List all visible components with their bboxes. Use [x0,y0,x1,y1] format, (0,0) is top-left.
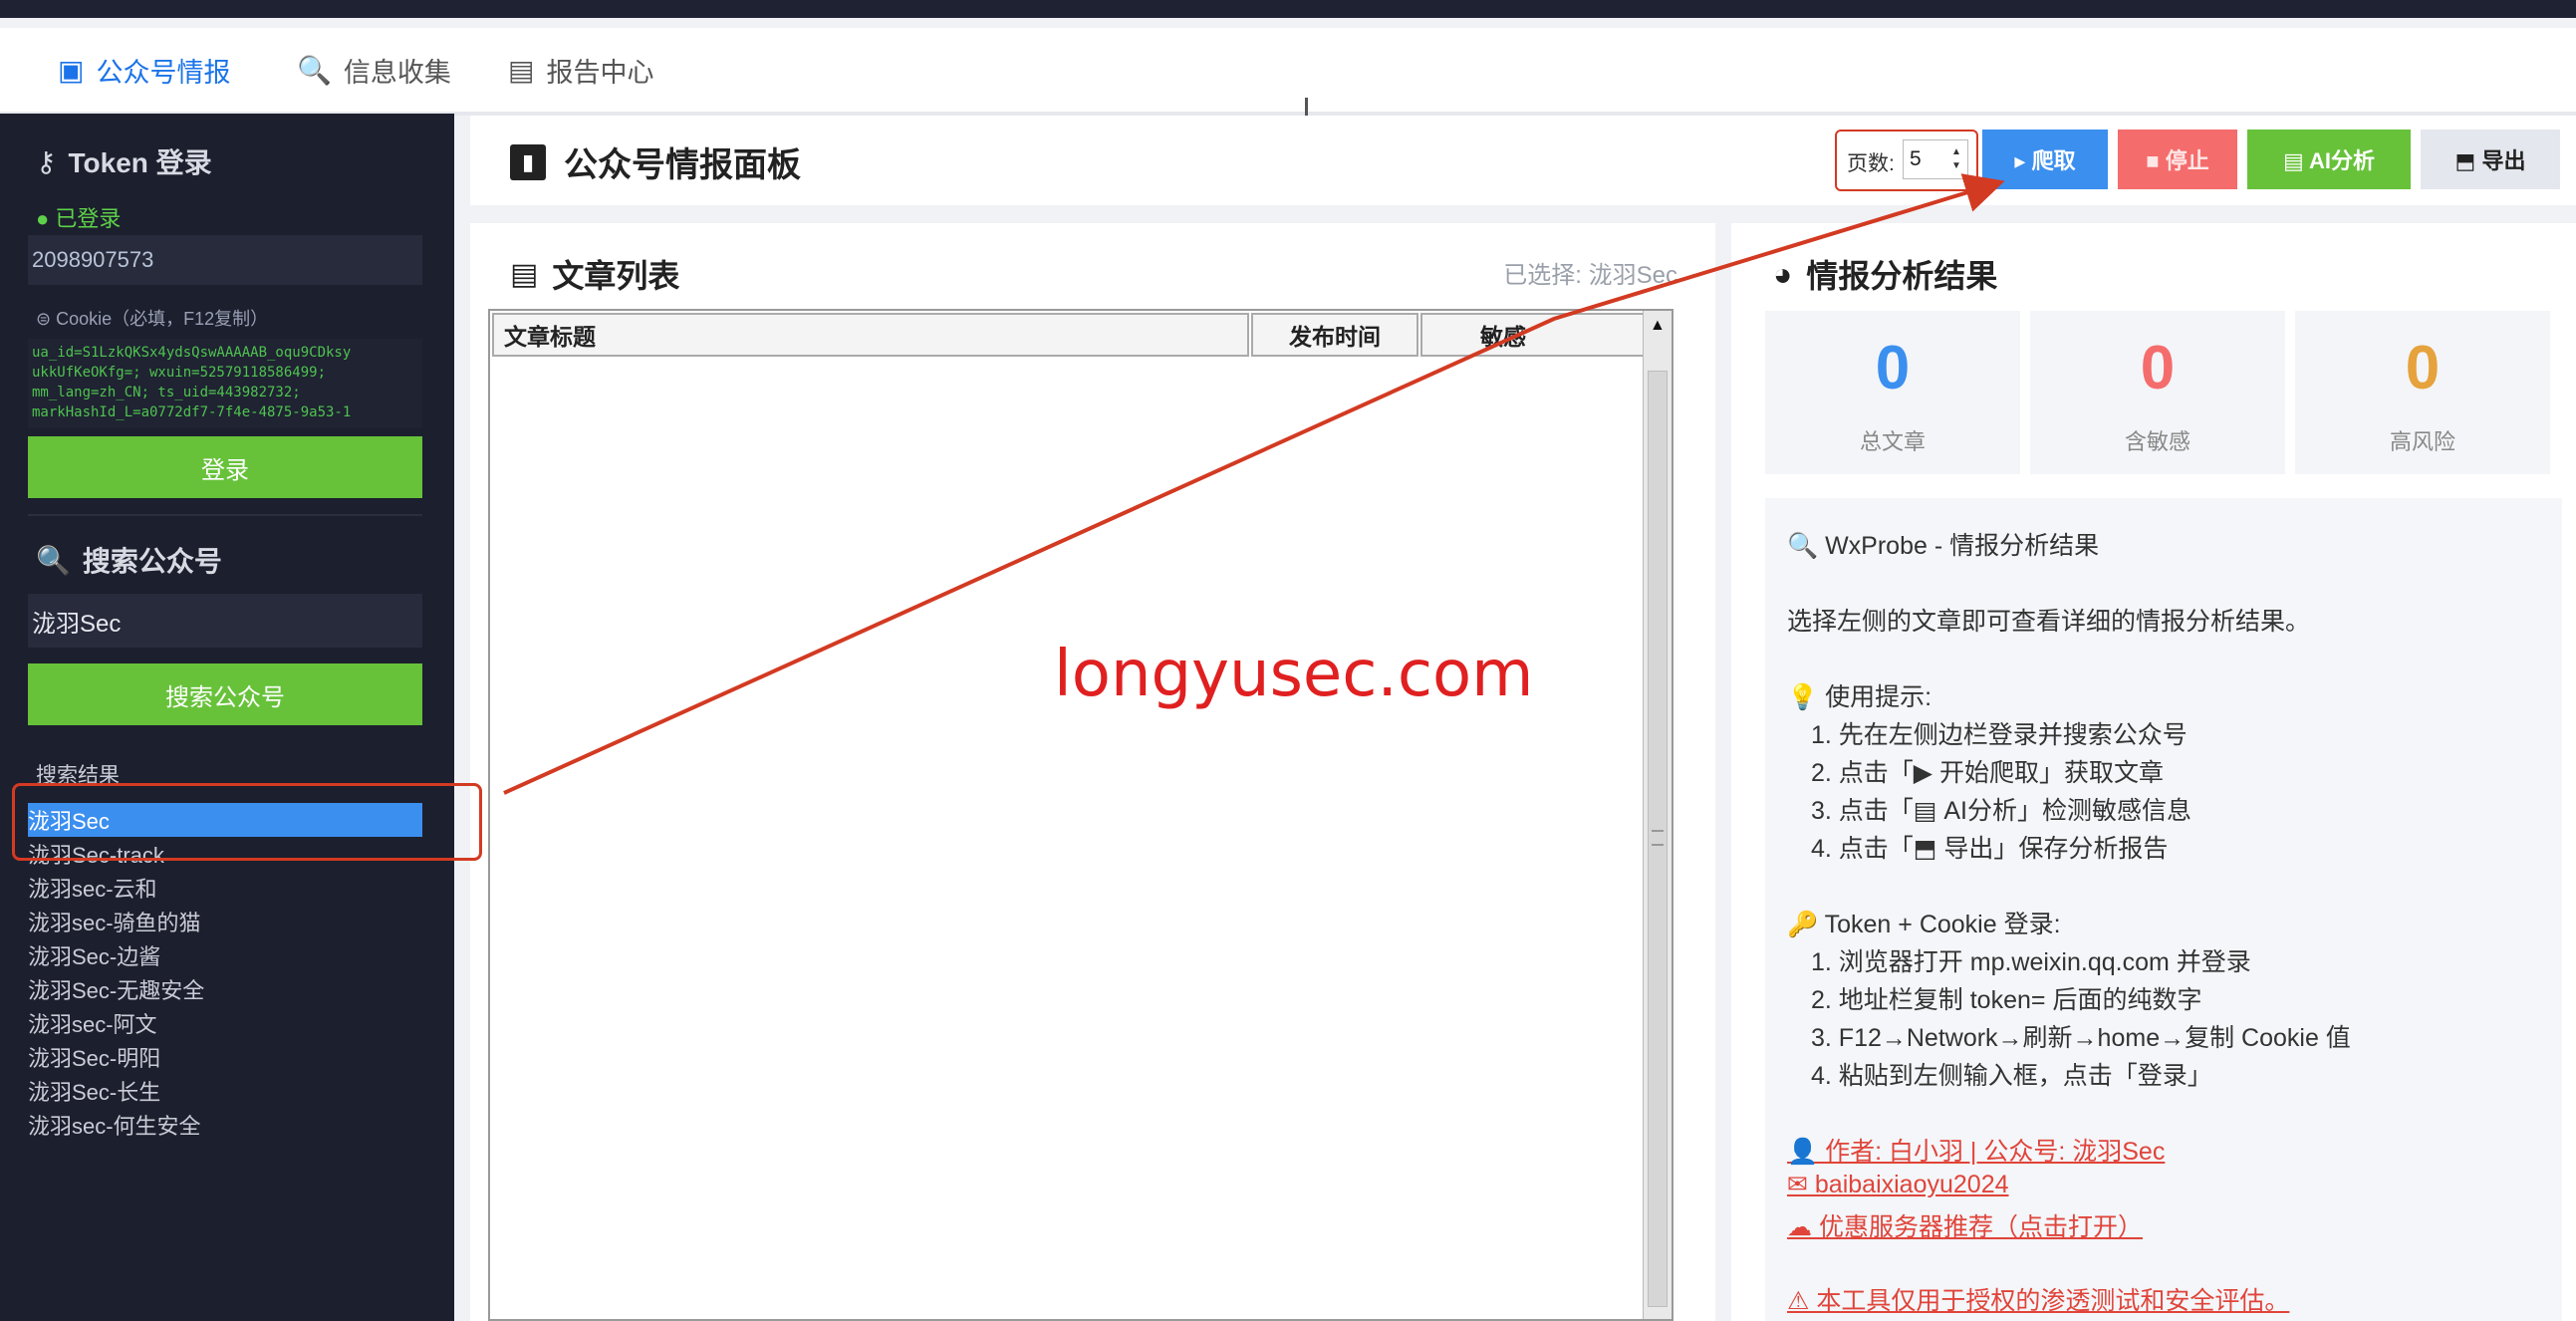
search-result-item[interactable]: 泷羽sec-何生安全 [28,1108,422,1142]
analysis-line: 2. 地址栏复制 token= 后面的纯数字 [1811,986,2202,1014]
search-result-item[interactable]: 泷羽Sec-无趣安全 [28,972,422,1006]
column-header-title[interactable]: 文章标题 [492,313,1249,357]
chart-icon: ◕ [1773,255,1793,292]
analysis-line: 2. 点击「▶ 开始爬取」获取文章 [1811,759,2164,787]
cookie-icon: ⊜ [36,309,57,329]
stat-label: 总文章 [1859,429,1926,454]
analysis-line: 1. 先在左侧边栏登录并搜索公众号 [1811,721,2188,749]
article-list-panel: ▤ 文章列表 已选择: 泷羽Sec 文章标题 发布时间 敏感 ▲ [470,223,1715,1321]
analysis-line: 选择左侧的文章即可查看详细的情报分析结果。 [1787,608,2311,636]
clipboard-icon: ▤ [508,54,535,86]
search-result-item[interactable]: 泷羽sec-云和 [28,871,422,905]
stat-high-risk: 0 高风险 [2295,311,2550,474]
cookie-textarea[interactable]: ua_id=S1LzkQKSx4ydsQswAAAAAB_oqu9CDksy u… [28,339,422,428]
analysis-line: 4. 点击「⬒ 导出」保存分析报告 [1811,835,2169,863]
pages-value: 5 [1910,147,1922,170]
scrollbar-thumb[interactable] [1648,371,1668,1307]
analysis-link[interactable]: 👤 作者: 白小羽 | 公众号: 泷羽Sec [1787,1132,2165,1168]
key-icon: ⚷ [36,145,57,177]
stepper-arrows-icon[interactable]: ▲ ▼ [1947,142,1965,176]
analysis-link[interactable]: ☁ 优惠服务器推荐（点击打开） [1787,1207,2143,1243]
stat-total-articles: 0 总文章 [1765,311,2020,474]
analysis-panel: ◕ 情报分析结果 0 总文章 0 含敏感 0 高风险 🔍 WxProbe - 情… [1731,223,2576,1321]
search-header: 🔍 搜索公众号 [36,544,222,578]
stat-value: 0 [1875,334,1911,402]
stat-value: 0 [2140,334,2176,402]
token-input[interactable]: 2098907573 [28,235,422,285]
search-result-item[interactable]: 泷羽Sec-边酱 [28,938,422,972]
cookie-label: ⊜ Cookie（必填，F12复制） [36,309,269,329]
id-card-icon: ▣ [58,54,85,86]
login-status: ● 已登录 [36,206,122,231]
tab-label: 公众号情报 [96,57,231,88]
column-header-sensitive[interactable]: 敏感 [1420,313,1646,357]
analysis-line: 1. 浏览器打开 mp.weixin.qq.com 并登录 [1811,948,2251,976]
search-result-item[interactable]: 泷羽sec-阿文 [28,1006,422,1040]
tab-wechat-intel[interactable]: ▣ 公众号情报 [58,28,230,112]
tab-report-center[interactable]: ▤ 报告中心 [508,28,653,112]
article-table[interactable]: 文章标题 发布时间 敏感 ▲ [488,309,1674,1321]
stat-label: 含敏感 [2124,429,2190,454]
annotation-box-selected-result [12,783,482,861]
tab-info-collect[interactable]: 🔍 信息收集 [297,28,451,112]
search-result-item[interactable]: 泷羽Sec-明阳 [28,1040,422,1074]
table-scrollbar[interactable]: ▲ [1643,311,1672,1319]
watermark: longyusec.com [1054,638,1534,711]
tab-label: 报告中心 [546,57,654,88]
search-icon: 🔍 [36,544,71,576]
stat-sensitive: 0 含敏感 [2030,311,2285,474]
window-top-strip [0,0,2576,18]
pages-stepper[interactable]: 5 ▲ ▼ [1903,139,1968,179]
search-result-item[interactable]: 泷羽Sec-长生 [28,1074,422,1108]
analysis-title: ◕ 情报分析结果 [1773,255,1998,295]
tab-label: 信息收集 [343,57,451,88]
analysis-line: 🔑 Token + Cookie 登录: [1787,911,2061,938]
search-button[interactable]: 搜索公众号 [28,663,422,725]
stat-label: 高风险 [2389,429,2455,454]
stop-button[interactable]: ■ 停止 [2118,130,2237,189]
selected-account-text: 已选择: 泷羽Sec [1503,262,1677,289]
stat-value: 0 [2405,334,2441,402]
analysis-line: 💡 使用提示: [1787,683,1932,711]
login-button[interactable]: 登录 [28,436,422,498]
magnifier-icon: 🔍 [297,54,332,86]
warning-text: ⚠ 本工具仅用于授权的渗透测试和安全评估。 [1787,1287,2290,1315]
sidebar-divider [28,514,422,516]
column-header-date[interactable]: 发布时间 [1251,313,1418,357]
analysis-line: 3. 点击「▤ AI分析」检测敏感信息 [1811,797,2191,825]
panel-icon: ▮ [510,143,546,180]
pages-label: 页数: [1847,152,1895,175]
ai-analysis-button[interactable]: ▤ AI分析 [2247,130,2411,189]
analysis-line: 4. 粘贴到左侧输入框，点击「登录」 [1811,1062,2212,1090]
analysis-link[interactable]: ✉ baibaixiaoyu2024 [1787,1170,2009,1199]
token-login-header: ⚷ Token 登录 [36,145,212,179]
sidebar: ⚷ Token 登录 ● 已登录 2098907573 ⊜ Cookie（必填，… [0,114,454,1321]
scroll-up-icon[interactable]: ▲ [1650,317,1666,335]
document-icon: ▤ [510,257,539,291]
article-list-title: ▤ 文章列表 [510,257,680,295]
grip-icon [1652,830,1664,846]
header-panel: ▮ 公众号情报面板 页数: 5 ▲ ▼ ▸ 爬取 ■ 停止 ▤ AI分析 ⬒ 导出 [470,116,2576,205]
search-result-item[interactable]: 泷羽sec-骑鱼的猫 [28,905,422,938]
analysis-line: 3. F12→Network→刷新→home→复制 Cookie 值 [1811,1024,2351,1052]
search-input[interactable]: 泷羽Sec [28,594,422,648]
export-button[interactable]: ⬒ 导出 [2421,130,2560,189]
crawl-button[interactable]: ▸ 爬取 [1982,130,2108,189]
analysis-line: 🔍 WxProbe - 情报分析结果 [1787,532,2100,560]
analysis-content: 🔍 WxProbe - 情报分析结果选择左侧的文章即可查看详细的情报分析结果。 💡… [1765,498,2562,1321]
page-title: ▮ 公众号情报面板 [510,137,801,186]
